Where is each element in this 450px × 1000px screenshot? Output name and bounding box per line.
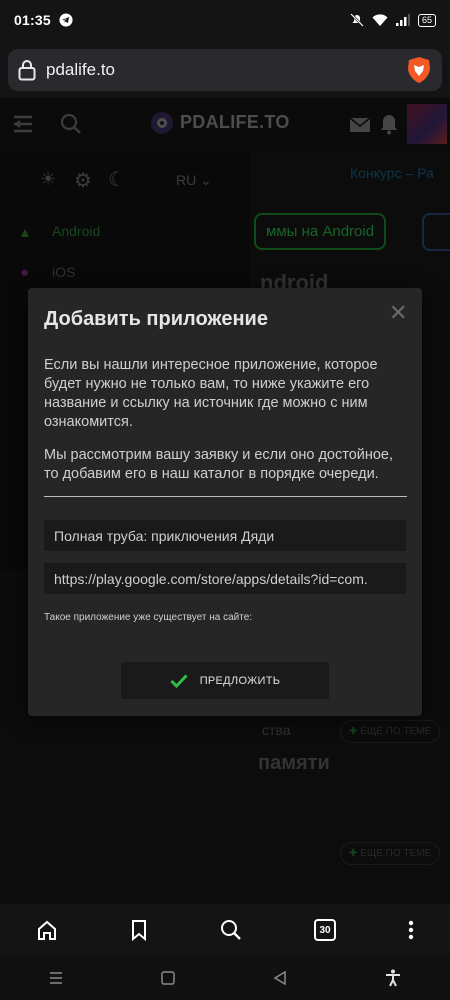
app-name-input[interactable] [44, 520, 406, 551]
mute-icon [350, 13, 364, 27]
telegram-icon [59, 13, 73, 27]
suggest-button[interactable]: ПРЕДЛОЖИТЬ [121, 662, 329, 699]
accessibility-icon[interactable] [385, 969, 401, 987]
brave-shield-icon[interactable] [406, 56, 432, 84]
bookmark-icon[interactable] [130, 919, 148, 941]
modal-divider [44, 496, 407, 497]
system-nav-bar [0, 956, 450, 1000]
status-bar: 01:35 65 [0, 0, 450, 40]
wifi-icon [372, 14, 388, 26]
modal-review-info: Мы рассмотрим вашу заявку и если оно дос… [44, 447, 394, 482]
more-options-icon[interactable] [408, 920, 414, 940]
signal-icon [395, 14, 410, 26]
back-icon[interactable] [273, 971, 287, 985]
add-app-modal [28, 288, 422, 716]
duplicate-warning: Такое приложение уже существует на сайте… [44, 612, 253, 623]
browser-bottom-toolbar: 30 [0, 904, 450, 956]
status-time: 01:35 [14, 12, 51, 28]
modal-description: Если вы нашли интересное приложение, кот… [44, 357, 378, 430]
app-link-input[interactable] [44, 563, 406, 594]
url-text[interactable]: pdalife.to [46, 60, 115, 80]
modal-title: Добавить приложение [44, 308, 268, 330]
tab-count-button[interactable]: 30 [314, 919, 336, 941]
address-bar[interactable]: pdalife.to [8, 49, 442, 91]
battery-indicator: 65 [417, 13, 436, 27]
recent-apps-icon[interactable] [49, 971, 63, 985]
close-icon[interactable]: ✕ [389, 300, 407, 326]
checkmark-icon [170, 673, 188, 688]
search-icon[interactable] [220, 919, 242, 941]
home-nav-icon[interactable] [161, 971, 175, 985]
home-icon[interactable] [36, 919, 58, 941]
suggest-button-label: ПРЕДЛОЖИТЬ [199, 674, 281, 687]
lock-icon[interactable] [18, 59, 36, 81]
